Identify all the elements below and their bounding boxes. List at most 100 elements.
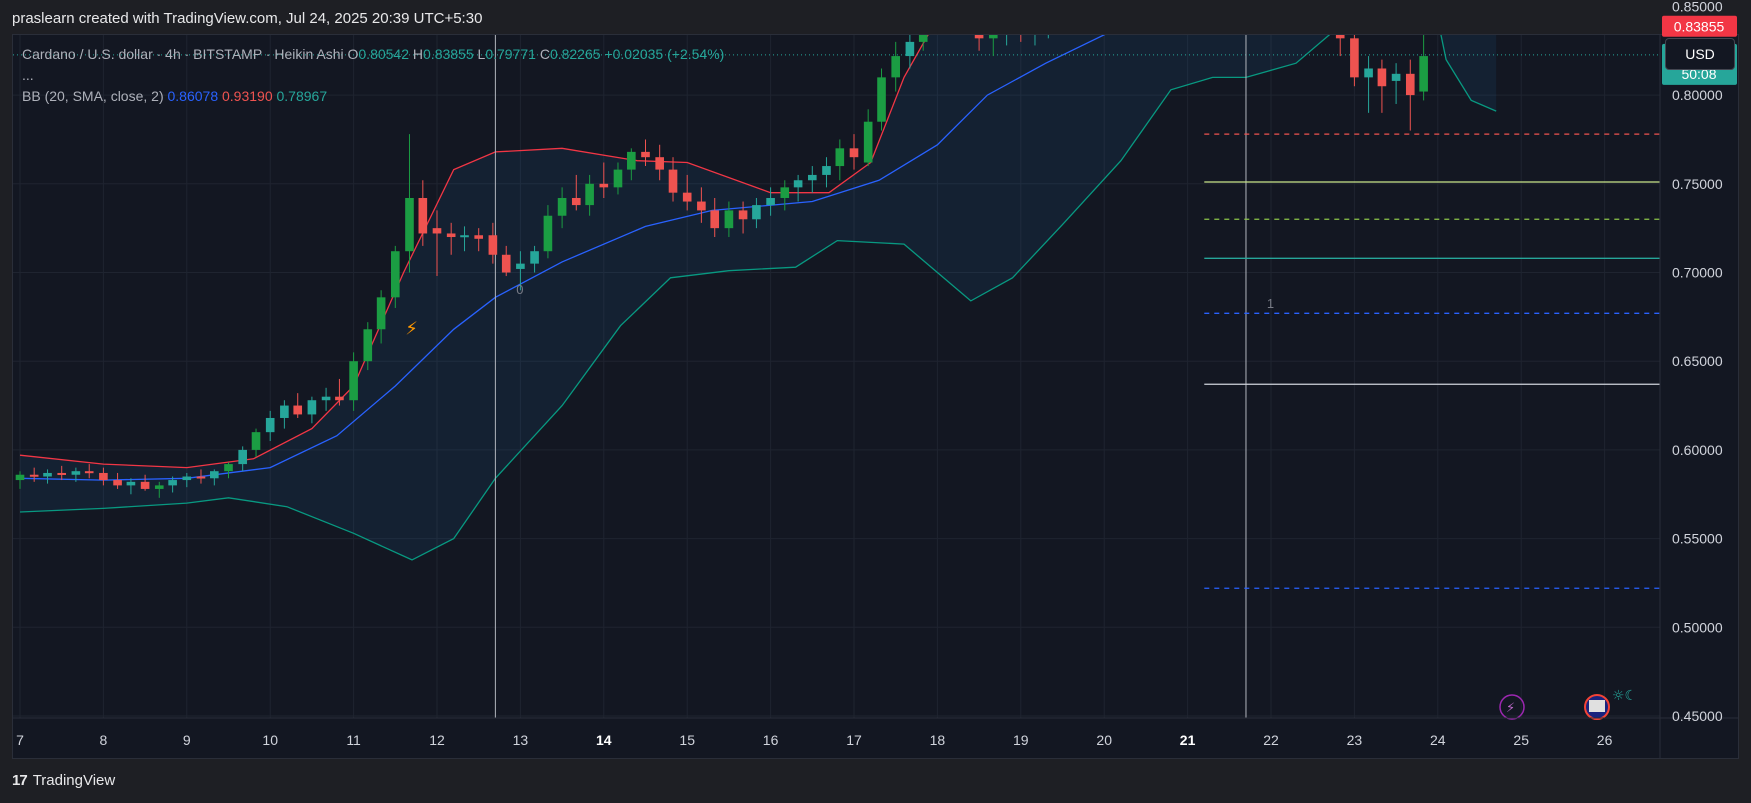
x-tick-label: 20 <box>1096 732 1112 748</box>
candle-body <box>390 251 400 298</box>
candle-body <box>780 187 790 198</box>
bb-lower-value: 0.78967 <box>276 88 328 104</box>
x-tick-label: 15 <box>679 732 695 748</box>
footer-brand[interactable]: 17 TradingView <box>12 772 115 789</box>
candle-body <box>710 210 720 229</box>
x-tick-label: 22 <box>1263 732 1279 748</box>
candle-body <box>280 405 289 418</box>
candle-body <box>877 77 886 122</box>
candle-body <box>210 471 219 479</box>
candle-body <box>793 180 803 188</box>
currency-button[interactable]: USD <box>1665 38 1735 70</box>
candle-body <box>599 183 609 188</box>
x-tick-label: 10 <box>262 732 278 748</box>
tradingview-logo-icon: 17 <box>12 772 28 789</box>
legend-o-label: O <box>347 46 359 62</box>
candle-body <box>585 183 594 206</box>
candle-body <box>265 417 275 433</box>
bb-basis-value: 0.86078 <box>167 88 219 104</box>
candle-body <box>1016 24 1025 33</box>
y-tick-label: 0.50000 <box>1672 619 1723 635</box>
candle-body <box>182 476 192 481</box>
candle-body <box>488 235 498 255</box>
candle-body <box>57 472 67 475</box>
high-price-label: 0.83855 <box>1674 19 1725 35</box>
candle-body <box>501 254 511 273</box>
candle-body <box>682 192 692 202</box>
x-tick-label: 25 <box>1513 732 1529 748</box>
candle-body <box>251 432 261 450</box>
candle-body <box>140 481 150 489</box>
candle-body <box>1419 56 1428 92</box>
candle-body <box>154 485 164 489</box>
candle-body <box>321 396 331 401</box>
candle-body <box>627 151 636 170</box>
candle-body <box>405 197 414 252</box>
x-tick-label: 26 <box>1597 732 1613 748</box>
candle-body <box>15 474 25 481</box>
candle-body <box>988 35 998 39</box>
candle-body <box>641 151 650 158</box>
candle-body <box>655 157 664 170</box>
event-lightning-glyph: ⚡ <box>1506 701 1515 716</box>
candle-body <box>849 148 859 158</box>
lightning-icon: ⚡ <box>405 319 418 340</box>
candle-body <box>863 121 873 163</box>
x-tick-label: 18 <box>930 732 946 748</box>
us-flag-stripes <box>1589 700 1605 712</box>
y-tick-label: 0.75000 <box>1672 176 1723 192</box>
footer-brand-label: TradingView <box>32 772 116 789</box>
legend-low-value: 0.79771 <box>485 46 536 62</box>
candle-body <box>1031 28 1040 33</box>
candle-body <box>557 197 567 216</box>
marker-label: 1 <box>1267 296 1274 311</box>
chart-legend: Cardano / U.S. dollar · 4h · BITSTAMP · … <box>22 44 724 107</box>
candle-body <box>766 197 775 206</box>
candle-body <box>974 35 984 39</box>
candle-body <box>418 197 428 234</box>
candle-body <box>516 263 525 269</box>
candle-body <box>307 400 317 415</box>
legend-more-button[interactable]: ... <box>22 65 724 86</box>
x-tick-label: 21 <box>1180 732 1196 748</box>
candle-body <box>126 481 136 486</box>
candle-body <box>668 169 678 193</box>
y-tick-label: 0.80000 <box>1672 87 1723 103</box>
bb-upper-value: 0.93190 <box>222 88 273 104</box>
candle-body <box>1364 68 1373 78</box>
candle-body <box>530 251 539 264</box>
x-tick-label: 24 <box>1430 732 1446 748</box>
legend-h-label: H <box>412 46 424 62</box>
candle-body <box>697 201 706 211</box>
candle-body <box>99 472 108 481</box>
candle-body <box>738 210 748 220</box>
candle-body <box>1058 10 1067 24</box>
candle-body <box>196 476 206 479</box>
candle-body <box>71 471 81 475</box>
candle-body <box>571 197 581 206</box>
legend-ohlc-row: Cardano / U.S. dollar · 4h · BITSTAMP · … <box>22 44 724 65</box>
x-tick-label: 23 <box>1347 732 1363 748</box>
candle-body <box>961 0 970 24</box>
y-tick-label: 0.85000 <box>1672 0 1723 14</box>
legend-high-value: 0.83855 <box>423 46 474 62</box>
legend-c-label: C <box>539 46 550 62</box>
legend-bb-row[interactable]: BB (20, SMA, close, 2) 0.86078 0.93190 0… <box>22 86 724 107</box>
candle-body <box>224 464 233 472</box>
x-tick-label: 14 <box>596 732 612 748</box>
candle-body <box>807 174 817 181</box>
candle-body <box>474 235 484 239</box>
y-tick-label: 0.65000 <box>1672 353 1723 369</box>
legend-symbol[interactable]: Cardano / U.S. dollar · 4h · BITSTAMP · … <box>22 46 344 62</box>
x-tick-label: 19 <box>1013 732 1029 748</box>
candle-body <box>376 297 386 330</box>
candle-body <box>168 480 177 486</box>
candle-body <box>1350 38 1359 78</box>
x-tick-label: 13 <box>513 732 529 748</box>
y-tick-label: 0.55000 <box>1672 531 1723 547</box>
candle-body <box>1335 35 1345 39</box>
y-tick-label: 0.70000 <box>1672 265 1723 281</box>
candle-body <box>460 235 469 238</box>
x-tick-label: 17 <box>846 732 862 748</box>
candlestick-chart[interactable]: 01⚡⚡☼☾1.150001.100001.050001.000000.9500… <box>0 0 1751 803</box>
